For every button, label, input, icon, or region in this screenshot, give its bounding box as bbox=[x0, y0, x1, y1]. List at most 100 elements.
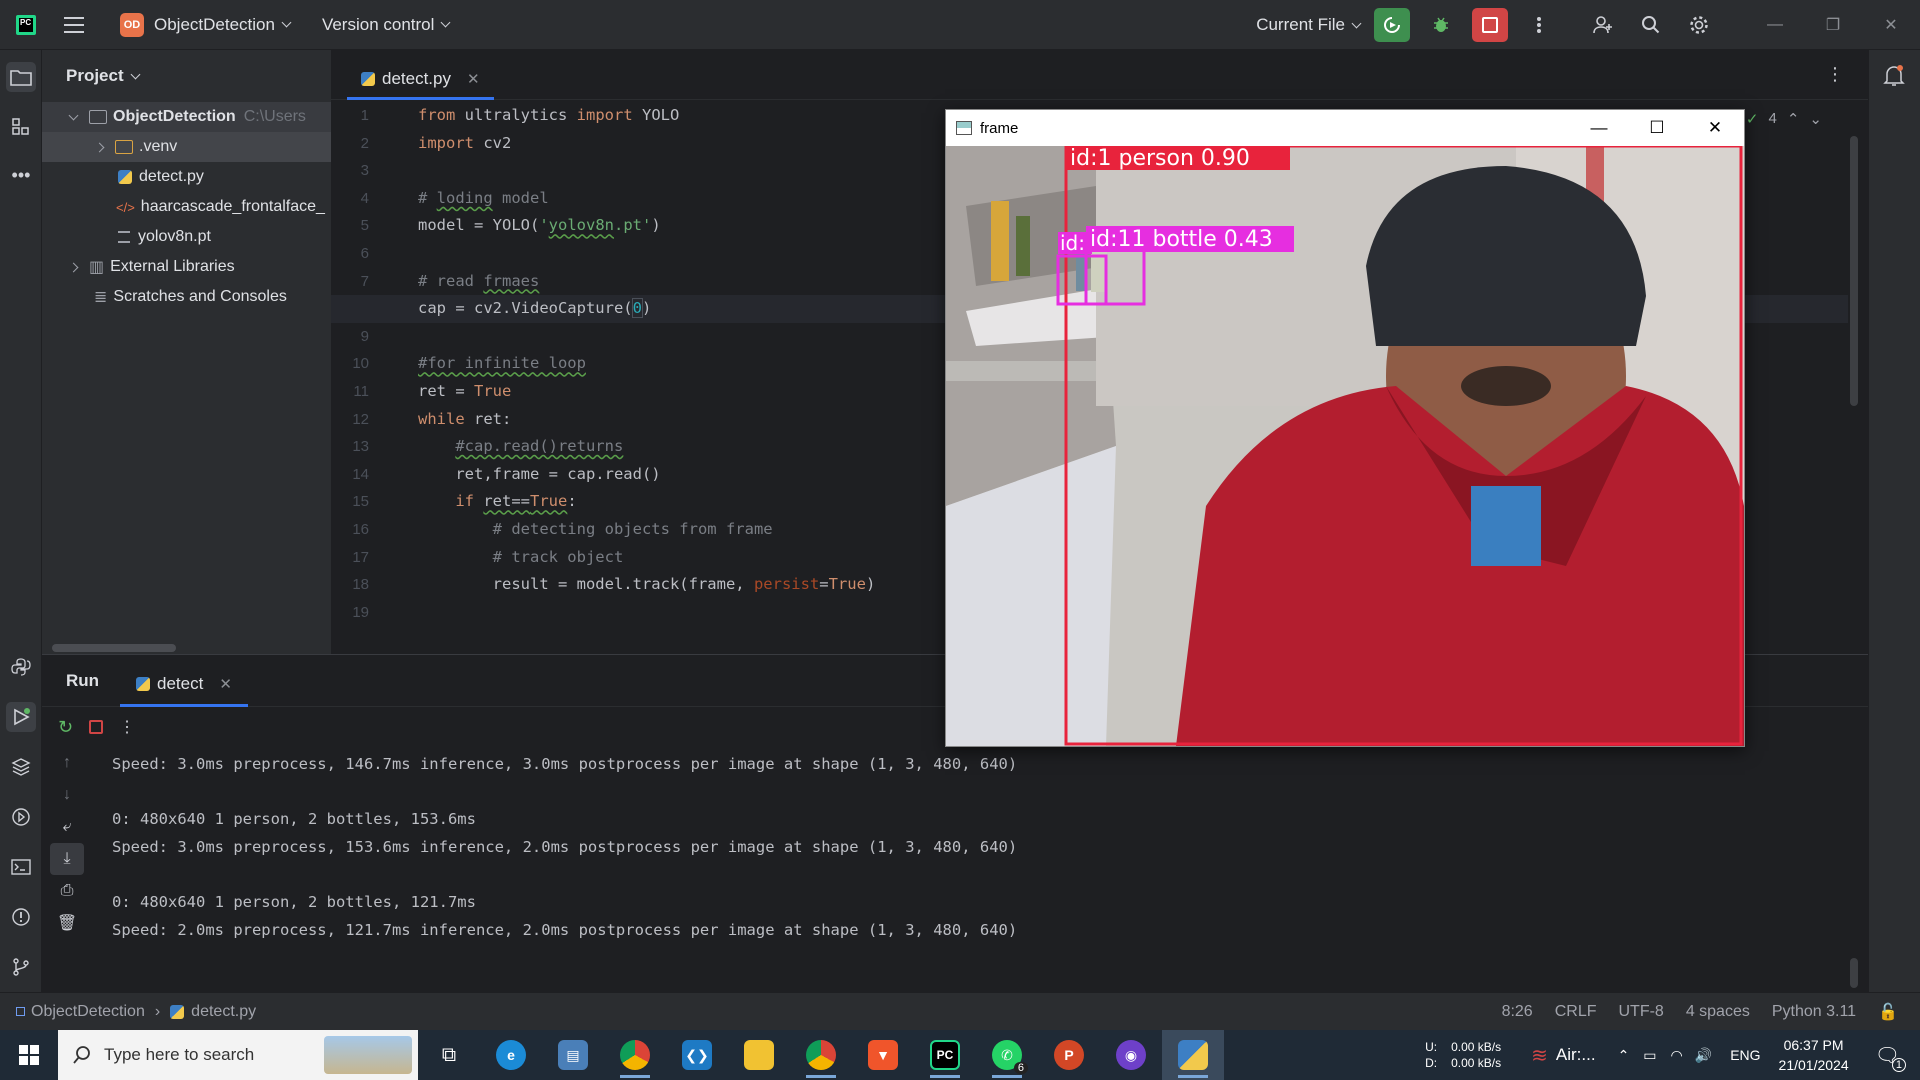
chevron-up-icon[interactable]: ⌃ bbox=[1618, 1047, 1630, 1064]
run-config-selector[interactable]: Current File bbox=[1246, 0, 1362, 50]
problems-tool-button[interactable] bbox=[6, 902, 36, 932]
file-encoding[interactable]: UTF-8 bbox=[1618, 1003, 1663, 1021]
tab-detect[interactable]: detect ✕ bbox=[120, 663, 248, 707]
notifications-button[interactable] bbox=[1883, 64, 1905, 93]
project-panel-header[interactable]: Project bbox=[42, 50, 331, 102]
whatsapp-app[interactable]: ✆ 6 bbox=[976, 1030, 1038, 1080]
clock[interactable]: 06:37 PM 21/01/2024 bbox=[1779, 1035, 1849, 1075]
chrome-app[interactable] bbox=[604, 1030, 666, 1080]
wifi-icon[interactable]: ◠ bbox=[1671, 1047, 1683, 1064]
powerpoint-app[interactable]: P bbox=[1038, 1030, 1100, 1080]
layers-icon bbox=[11, 758, 31, 776]
vscode-app[interactable]: ❮❯ bbox=[666, 1030, 728, 1080]
scroll-up-icon[interactable]: ↑ bbox=[42, 747, 92, 779]
vertical-scrollbar[interactable] bbox=[1850, 958, 1858, 988]
main-menu-icon[interactable] bbox=[64, 16, 84, 33]
rerun-icon[interactable]: ↻ bbox=[58, 717, 73, 738]
close-tab-icon[interactable]: ✕ bbox=[467, 70, 480, 88]
more-actions-button[interactable] bbox=[1522, 8, 1556, 42]
git-tool-button[interactable] bbox=[6, 952, 36, 982]
soft-wrap-icon[interactable]: ⤶ bbox=[42, 811, 92, 843]
more-tools-button[interactable]: ••• bbox=[6, 160, 36, 190]
frame-close-button[interactable]: ✕ bbox=[1686, 110, 1744, 146]
weather-widget[interactable]: Air:... bbox=[1556, 1045, 1596, 1065]
search-button[interactable] bbox=[1634, 8, 1668, 42]
add-user-button[interactable] bbox=[1586, 8, 1620, 42]
python-app[interactable] bbox=[1162, 1030, 1224, 1080]
brave-app[interactable]: ▼ bbox=[852, 1030, 914, 1080]
collapse-arrow-icon bbox=[94, 142, 105, 152]
trash-icon[interactable]: 🗑 bbox=[42, 907, 92, 939]
file-explorer-app[interactable] bbox=[728, 1030, 790, 1080]
python-icon bbox=[1178, 1040, 1208, 1070]
project-tool-button[interactable] bbox=[6, 62, 36, 92]
caret-position[interactable]: 8:26 bbox=[1502, 1003, 1533, 1021]
layers-tool-button[interactable] bbox=[6, 752, 36, 782]
indent-setting[interactable]: 4 spaces bbox=[1686, 1003, 1750, 1021]
print-icon[interactable]: ⎙ bbox=[42, 875, 92, 907]
minimize-button[interactable]: — bbox=[1746, 0, 1804, 50]
pycharm-app[interactable]: PC bbox=[914, 1030, 976, 1080]
explorer-pinned-app[interactable]: ▤ bbox=[542, 1030, 604, 1080]
chevron-down-icon bbox=[440, 17, 451, 28]
vertical-scrollbar[interactable] bbox=[1850, 136, 1858, 406]
python-interpreter[interactable]: Python 3.11 bbox=[1772, 1003, 1856, 1021]
project-switcher[interactable]: ObjectDetection bbox=[144, 0, 292, 50]
language-indicator[interactable]: ENG bbox=[1730, 1047, 1760, 1063]
chrome-profile-app[interactable] bbox=[790, 1030, 852, 1080]
tree-item-label: detect.py bbox=[139, 168, 204, 185]
start-button[interactable] bbox=[0, 1030, 58, 1080]
terminal-tool-button[interactable] bbox=[6, 852, 36, 882]
rerun-button[interactable] bbox=[1374, 8, 1410, 42]
tree-item-detect-py[interactable]: detect.py bbox=[42, 162, 331, 192]
net-speed-meter[interactable]: 0.00 kB/s 0.00 kB/s bbox=[1451, 1039, 1501, 1071]
more-vertical-icon[interactable]: ⋮ bbox=[119, 717, 135, 737]
line-separator[interactable]: CRLF bbox=[1555, 1003, 1597, 1021]
tree-item-haarcascade[interactable]: </> haarcascade_frontalface_ bbox=[42, 192, 331, 222]
run-tool-button[interactable] bbox=[6, 702, 36, 732]
tree-item-venv[interactable]: .venv bbox=[42, 132, 331, 162]
debug-button[interactable] bbox=[1424, 8, 1458, 42]
version-control-menu[interactable]: Version control bbox=[312, 0, 451, 50]
opencv-frame-window[interactable]: frame — ☐ ✕ id:1 person 0.90 id: id:11 b… bbox=[945, 109, 1745, 747]
edge-app[interactable]: e bbox=[480, 1030, 542, 1080]
frame-maximize-button[interactable]: ☐ bbox=[1628, 110, 1686, 146]
structure-tool-button[interactable] bbox=[6, 112, 36, 142]
project-panel-title: Project bbox=[66, 66, 124, 85]
tree-item-root[interactable]: ObjectDetection C:\Users bbox=[42, 102, 331, 132]
github-app[interactable]: ◉ bbox=[1100, 1030, 1162, 1080]
project-badge[interactable]: OD bbox=[120, 12, 144, 37]
battery-icon[interactable]: ▭ bbox=[1643, 1047, 1656, 1064]
lock-icon[interactable]: 🔓 bbox=[1878, 1002, 1898, 1022]
notification-center-button[interactable]: 🗨 1 bbox=[1875, 1043, 1906, 1072]
maximize-button[interactable]: ❐ bbox=[1804, 0, 1862, 50]
tab-detect-py[interactable]: detect.py ✕ bbox=[347, 60, 494, 100]
horizontal-scrollbar[interactable] bbox=[52, 644, 176, 652]
close-button[interactable]: ✕ bbox=[1862, 0, 1920, 50]
folder-icon bbox=[89, 110, 107, 124]
line-number-gutter: 12345678910111213141516171819 bbox=[331, 102, 411, 626]
breadcrumb-file[interactable]: detect.py bbox=[191, 1003, 256, 1021]
scroll-down-icon[interactable]: ↓ bbox=[42, 779, 92, 811]
version-control-label: Version control bbox=[321, 14, 435, 34]
taskbar-search[interactable]: Type here to search bbox=[58, 1030, 418, 1080]
collapse-arrow-icon bbox=[68, 262, 79, 272]
frame-title-bar[interactable]: frame — ☐ ✕ bbox=[946, 110, 1744, 146]
windows-taskbar: Type here to search ⧉ e ▤ ❮❯ ▼ PC ✆ 6 P … bbox=[0, 1030, 1920, 1080]
close-tab-icon[interactable]: ✕ bbox=[219, 675, 232, 693]
tree-item-external-libraries[interactable]: ▥ External Libraries bbox=[42, 252, 331, 282]
frame-minimize-button[interactable]: — bbox=[1570, 110, 1628, 146]
tree-item-scratches[interactable]: ≣ Scratches and Consoles bbox=[42, 282, 331, 312]
tree-item-yolov8n[interactable]: yolov8n.pt bbox=[42, 222, 331, 252]
volume-icon[interactable]: 🔊 bbox=[1695, 1047, 1712, 1064]
console-output[interactable]: Speed: 3.0ms preprocess, 146.7ms inferen… bbox=[112, 751, 1017, 944]
breadcrumb-project[interactable]: ObjectDetection bbox=[31, 1003, 145, 1021]
task-view-button[interactable]: ⧉ bbox=[418, 1030, 480, 1080]
services-tool-button[interactable] bbox=[6, 802, 36, 832]
stop-icon[interactable] bbox=[89, 720, 104, 734]
python-console-button[interactable] bbox=[6, 652, 36, 682]
stop-button[interactable] bbox=[1472, 8, 1508, 42]
settings-button[interactable] bbox=[1682, 8, 1716, 42]
scroll-to-end-icon[interactable]: ⤓ bbox=[50, 843, 84, 875]
tab-options-button[interactable]: ⋮ bbox=[1826, 64, 1844, 85]
